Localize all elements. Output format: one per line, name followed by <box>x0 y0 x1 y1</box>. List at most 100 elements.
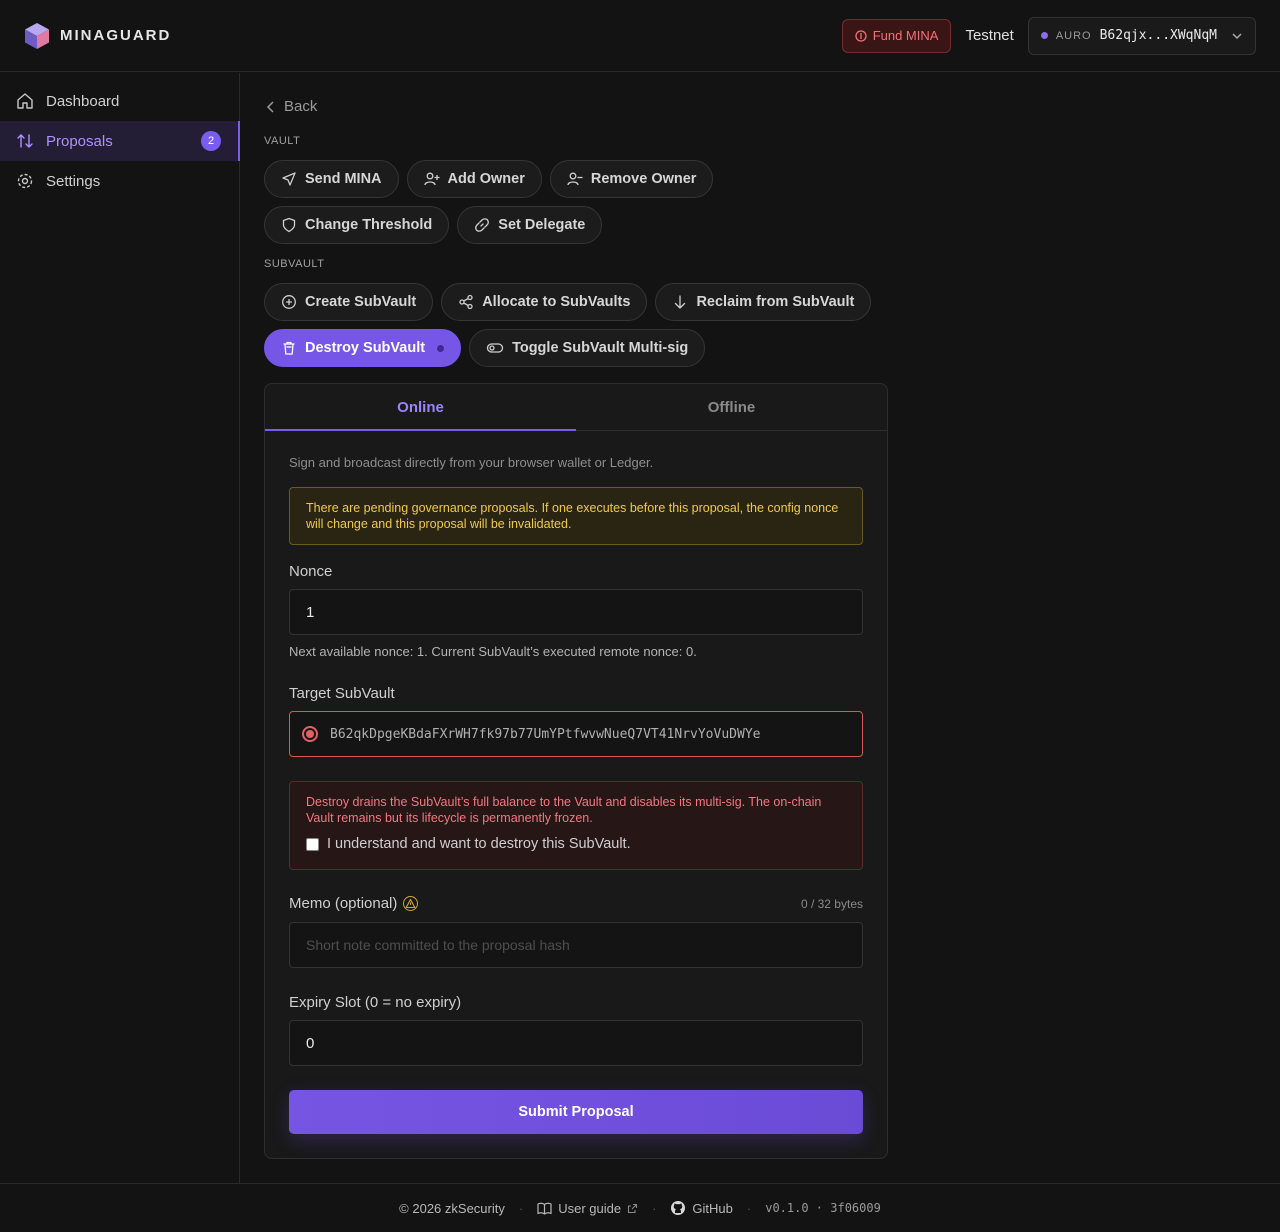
plus-circle-icon <box>281 294 297 310</box>
wallet-address: B62qjx...XWqNqM <box>1099 28 1217 43</box>
gear-icon <box>16 172 34 190</box>
confirm-destroy-row[interactable]: I understand and want to destroy this Su… <box>306 836 846 852</box>
send-icon <box>281 171 297 187</box>
memo-placeholder: Short note committed to the proposal has… <box>306 937 570 953</box>
memo-label: Memo (optional) <box>289 895 398 912</box>
coin-icon <box>855 29 867 42</box>
brand-name: MINAGUARD <box>60 27 172 44</box>
user-guide-label: User guide <box>558 1200 622 1216</box>
home-icon <box>16 92 34 110</box>
reclaim-subvault-label: Reclaim from SubVault <box>696 294 855 310</box>
sidebar-item-settings[interactable]: Settings <box>0 161 239 201</box>
tab-online[interactable]: Online <box>265 384 576 431</box>
sidebar-item-label: Settings <box>46 172 101 190</box>
sidebar-item-label: Proposals <box>46 132 113 150</box>
send-mina-label: Send MINA <box>305 171 382 187</box>
subvault-section-label: SUBVAULT <box>264 258 325 270</box>
destroy-warning-text: Destroy drains the SubVault’s full balan… <box>306 795 822 825</box>
add-owner-label: Add Owner <box>447 171 525 187</box>
arrows-up-down-icon <box>16 132 34 150</box>
create-subvault-label: Create SubVault <box>305 294 417 310</box>
github-label: GitHub <box>692 1200 733 1216</box>
back-link[interactable]: Back <box>266 98 317 115</box>
brand-logo-link[interactable]: MINAGUARD <box>24 22 171 50</box>
footer-separator: · <box>746 1200 752 1216</box>
toggle-multisig-label: Toggle SubVault Multi-sig <box>512 340 689 356</box>
top-header: MINAGUARD Fund MINA Testnet AURO B62qjx.… <box>0 0 1280 72</box>
signing-hint: Sign and broadcast directly from your br… <box>289 455 654 470</box>
confirm-destroy-checkbox[interactable] <box>306 837 319 851</box>
remove-owner-label: Remove Owner <box>590 171 697 187</box>
memo-input[interactable]: Short note committed to the proposal has… <box>289 922 863 968</box>
change-threshold-label: Change Threshold <box>305 217 433 233</box>
destroy-warning-box: Destroy drains the SubVault’s full balan… <box>289 781 863 870</box>
fund-mina-button[interactable]: Fund MINA <box>841 18 952 53</box>
user-minus-icon <box>567 171 583 187</box>
confirm-destroy-label: I understand and want to destroy this Su… <box>327 836 631 852</box>
footer-separator: · <box>518 1200 524 1216</box>
chevron-down-icon <box>1231 30 1243 42</box>
target-subvault-label: Target SubVault <box>289 685 395 702</box>
network-label: Testnet <box>965 27 1014 44</box>
copyright-text: © 2026 zkSecurity <box>399 1200 505 1216</box>
wallet-selector[interactable]: AURO B62qjx...XWqNqM <box>1027 16 1256 55</box>
pending-proposals-warning: There are pending governance proposals. … <box>289 487 863 545</box>
shield-icon <box>281 217 297 233</box>
nonce-input[interactable]: 1 <box>289 589 863 635</box>
change-threshold-button[interactable]: Change Threshold <box>264 206 450 244</box>
github-link[interactable]: GitHub <box>670 1200 733 1216</box>
toggle-multisig-button[interactable]: Toggle SubVault Multi-sig <box>469 329 706 367</box>
allocate-subvaults-label: Allocate to SubVaults <box>482 294 631 310</box>
footer-separator: · <box>652 1200 657 1216</box>
sidebar-item-label: Dashboard <box>46 92 120 110</box>
wallet-status-dot <box>1040 32 1048 39</box>
allocate-subvaults-button[interactable]: Allocate to SubVaults <box>441 283 648 321</box>
destroy-subvault-button[interactable]: Destroy SubVault <box>264 329 462 367</box>
proposals-count-badge: 2 <box>201 131 221 151</box>
target-subvault-select[interactable]: B62qkDpgeKBdaFXrWH7fk97b77UmYPtfwvwNueQ7… <box>289 711 863 757</box>
remove-owner-button[interactable]: Remove Owner <box>549 160 714 198</box>
tab-offline[interactable]: Offline <box>576 384 887 430</box>
set-delegate-button[interactable]: Set Delegate <box>457 206 603 244</box>
arrow-down-icon <box>672 294 688 310</box>
submit-proposal-button[interactable]: Submit Proposal <box>289 1090 863 1134</box>
toggle-icon <box>486 340 504 356</box>
expiry-slot-label: Expiry Slot (0 = no expiry) <box>289 994 462 1011</box>
cube-logo-icon <box>24 22 50 50</box>
share-icon <box>458 294 474 310</box>
radio-selected-icon <box>302 726 318 742</box>
chevron-left-icon <box>266 100 276 113</box>
wallet-provider-tag: AURO <box>1055 29 1092 42</box>
target-subvault-address: B62qkDpgeKBdaFXrWH7fk97b77UmYPtfwvwNueQ7… <box>330 726 761 742</box>
trash-icon <box>281 340 297 356</box>
sidebar-item-dashboard[interactable]: Dashboard <box>0 81 239 121</box>
back-label: Back <box>284 98 318 115</box>
expiry-slot-value: 0 <box>306 1034 315 1052</box>
mode-tabs: Online Offline <box>265 384 887 431</box>
send-mina-button[interactable]: Send MINA <box>264 160 399 198</box>
proposal-form-card: Online Offline Sign and broadcast direct… <box>264 383 888 1159</box>
footer: © 2026 zkSecurity · User guide · GitHub … <box>0 1183 1280 1232</box>
destroy-subvault-label: Destroy SubVault <box>305 340 426 356</box>
warning-triangle-icon[interactable] <box>403 896 419 911</box>
nonce-label: Nonce <box>289 563 333 580</box>
selected-indicator-dot <box>437 344 445 352</box>
sidebar: Dashboard Proposals 2 Settings <box>0 73 240 1183</box>
expiry-slot-input[interactable]: 0 <box>289 1020 863 1066</box>
user-plus-icon <box>423 171 440 187</box>
fund-mina-label: Fund MINA <box>872 28 939 43</box>
set-delegate-label: Set Delegate <box>498 217 586 233</box>
memo-byte-counter: 0 / 32 bytes <box>800 896 863 911</box>
nonce-hint: Next available nonce: 1. Current SubVaul… <box>289 644 697 659</box>
version-label: v0.1.0 · 3f06009 <box>765 1201 881 1215</box>
user-guide-link[interactable]: User guide <box>537 1201 638 1216</box>
create-subvault-button[interactable]: Create SubVault <box>264 283 434 321</box>
sidebar-item-proposals[interactable]: Proposals 2 <box>0 121 240 161</box>
add-owner-button[interactable]: Add Owner <box>406 160 542 198</box>
reclaim-subvault-button[interactable]: Reclaim from SubVault <box>655 283 872 321</box>
vault-section-label: VAULT <box>264 135 301 147</box>
external-link-icon <box>627 1203 638 1214</box>
link-icon <box>474 217 490 233</box>
github-icon <box>670 1200 686 1216</box>
nonce-value: 1 <box>306 603 315 621</box>
